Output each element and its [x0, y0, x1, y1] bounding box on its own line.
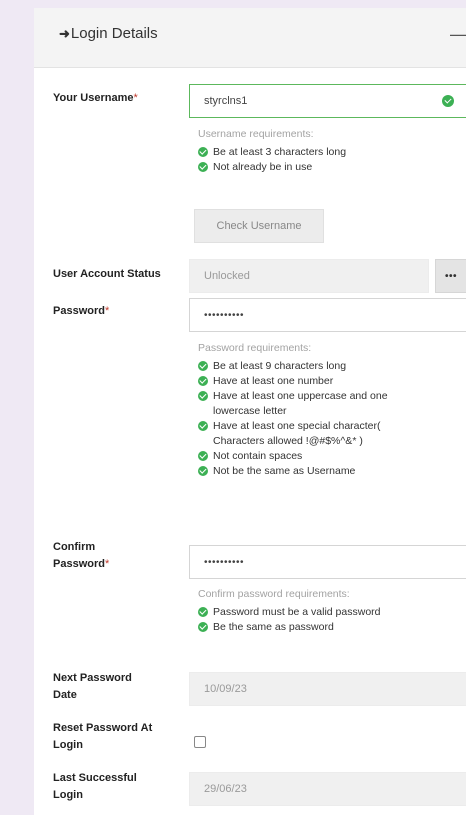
ellipsis-icon: ••• [444, 270, 457, 282]
reset-password-label: Reset Password At Login [53, 722, 153, 751]
account-status-label: User Account Status [53, 268, 161, 280]
requirement-item: Be at least 9 characters long [198, 359, 388, 374]
requirement-item: Not be the same as Username [198, 464, 388, 479]
check-username-button[interactable]: Check Username [194, 209, 324, 243]
check-circle-icon [198, 607, 208, 617]
check-circle-icon [198, 451, 208, 461]
requirement-item: Be the same as password [198, 620, 381, 635]
panel-title: ➜ Login Details [59, 25, 158, 42]
sign-in-icon: ➜ [59, 25, 70, 41]
check-circle-icon [198, 147, 208, 157]
panel-header[interactable]: ➜ Login Details — [34, 8, 466, 68]
password-value: •••••••••• [204, 309, 245, 321]
username-label: Your Username* [53, 92, 138, 104]
confirm-password-label: Confirm Password* [53, 541, 110, 570]
password-requirements-title: Password requirements: [198, 342, 312, 354]
next-password-date-label: Next Password Date [53, 672, 132, 701]
password-input[interactable]: •••••••••• [189, 298, 466, 332]
requirement-item: Have at least one number [198, 374, 388, 389]
password-label: Password* [53, 305, 110, 317]
check-circle-icon [442, 95, 454, 107]
login-details-panel: ➜ Login Details — Your Username* styrcln… [34, 8, 466, 815]
requirement-item-continued: Characters allowed !@#$%^&* ) [213, 435, 363, 447]
requirement-item: Have at least one uppercase and one [198, 389, 388, 404]
confirm-password-input[interactable]: •••••••••• [189, 545, 466, 579]
check-circle-icon [198, 421, 208, 431]
panel-title-text: Login Details [70, 25, 158, 42]
confirm-password-requirements-title: Confirm password requirements: [198, 588, 350, 600]
check-circle-icon [198, 376, 208, 386]
username-requirements-title: Username requirements: [198, 128, 314, 140]
username-value: styrclns1 [204, 95, 248, 107]
password-requirements: Password requirements: Be at least 9 cha… [198, 340, 388, 479]
confirm-password-requirements: Confirm password requirements: Password … [198, 586, 381, 635]
account-status-value: Unlocked [204, 270, 250, 282]
check-circle-icon [198, 391, 208, 401]
next-password-date-field: 10/09/23 [189, 672, 466, 706]
requirement-item: Not contain spaces [198, 449, 388, 464]
confirm-password-value: •••••••••• [204, 556, 245, 568]
check-circle-icon [198, 361, 208, 371]
check-circle-icon [198, 466, 208, 476]
requirement-item: Not already be in use [198, 160, 346, 175]
minus-icon[interactable]: — [450, 24, 466, 45]
last-login-field: 29/06/23 [189, 772, 466, 806]
username-requirements: Username requirements: Be at least 3 cha… [198, 126, 346, 175]
check-circle-icon [198, 622, 208, 632]
check-circle-icon [198, 162, 208, 172]
next-password-date-value: 10/09/23 [204, 683, 247, 695]
requirement-item: Have at least one special character( [198, 419, 388, 434]
last-login-value: 29/06/23 [204, 783, 247, 795]
account-status-menu-button[interactable]: ••• [435, 259, 466, 293]
requirement-item-continued: lowercase letter [213, 405, 287, 417]
last-login-label: Last Successful Login [53, 772, 137, 801]
username-input[interactable]: styrclns1 [189, 84, 466, 118]
requirement-item: Be at least 3 characters long [198, 145, 346, 160]
account-status-field: Unlocked [189, 259, 429, 293]
requirement-item: Password must be a valid password [198, 605, 381, 620]
reset-password-checkbox[interactable] [194, 736, 206, 748]
